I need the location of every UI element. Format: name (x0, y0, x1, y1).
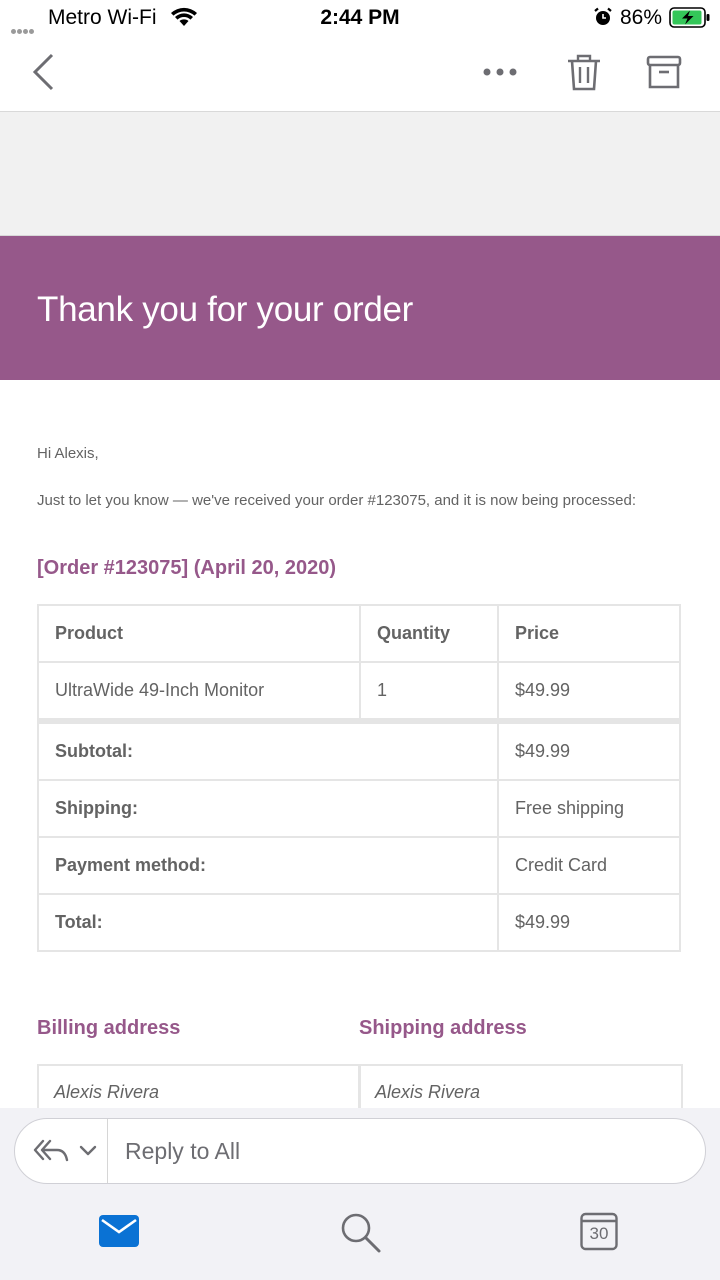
reply-bar: Reply to All (0, 1108, 720, 1196)
billing-address-heading: Billing address (37, 1017, 181, 1039)
back-chevron-icon[interactable] (30, 52, 56, 97)
column-header: Price (497, 604, 681, 663)
table-row: Total: $49.99 (37, 893, 681, 952)
calendar-tab-icon[interactable]: 30 (580, 1211, 618, 1251)
column-header: Quantity (359, 604, 499, 663)
battery-percentage: 86% (620, 6, 663, 29)
table-row: UltraWide 49-Inch Monitor 1 $49.99 (37, 661, 681, 722)
more-icon[interactable] (482, 64, 518, 82)
search-tab-icon[interactable] (339, 1211, 383, 1260)
reply-field[interactable]: Reply to All (14, 1118, 706, 1184)
totals-label: Total: (37, 893, 499, 952)
product-price: $49.99 (497, 661, 681, 722)
banner-title: Thank you for your order (37, 290, 414, 329)
intro-text: Just to let you know — we've received yo… (37, 492, 637, 509)
email-body: Thank you for your order Hi Alexis, Just… (0, 112, 720, 1108)
order-table: Product Quantity Price UltraWide 49-Inch… (37, 604, 681, 952)
order-heading[interactable]: [Order #123075] (April 20, 2020) (37, 557, 336, 580)
totals-label: Subtotal: (37, 718, 499, 781)
greeting-text: Hi Alexis, (37, 445, 99, 462)
tab-bar: 30 (0, 1196, 720, 1280)
totals-label: Payment method: (37, 836, 499, 895)
totals-value: $49.99 (497, 893, 681, 952)
column-header: Product (37, 604, 361, 663)
product-quantity: 1 (359, 661, 499, 722)
totals-value: Credit Card (497, 836, 681, 895)
alarm-icon (593, 7, 613, 32)
billing-name: Alexis Rivera (54, 1082, 160, 1102)
shipping-address-box: Alexis Rivera (358, 1064, 683, 1108)
reply-placeholder: Reply to All (125, 1138, 241, 1164)
order-banner: Thank you for your order (0, 236, 720, 380)
table-header-row: Product Quantity Price (37, 604, 681, 663)
table-row: Shipping: Free shipping (37, 779, 681, 838)
trash-icon[interactable] (566, 54, 602, 97)
nav-bar (0, 36, 720, 112)
reply-options-button[interactable] (15, 1119, 108, 1183)
status-bar: Metro Wi-Fi 2:44 PM 86% (0, 0, 720, 36)
email-header-space (0, 112, 720, 236)
table-row: Payment method: Credit Card (37, 836, 681, 895)
totals-value: Free shipping (497, 779, 681, 838)
totals-label: Shipping: (37, 779, 499, 838)
archive-icon[interactable] (646, 54, 682, 97)
battery-charging-icon (669, 7, 711, 33)
mail-tab-icon[interactable] (99, 1215, 139, 1252)
shipping-name: Alexis Rivera (375, 1082, 481, 1102)
billing-address-box: Alexis Rivera (37, 1064, 361, 1108)
totals-value: $49.99 (497, 718, 681, 781)
product-name: UltraWide 49-Inch Monitor (37, 661, 361, 722)
table-row: Subtotal: $49.99 (37, 718, 681, 781)
calendar-day-number: 30 (589, 1224, 609, 1243)
shipping-address-heading: Shipping address (359, 1017, 527, 1039)
